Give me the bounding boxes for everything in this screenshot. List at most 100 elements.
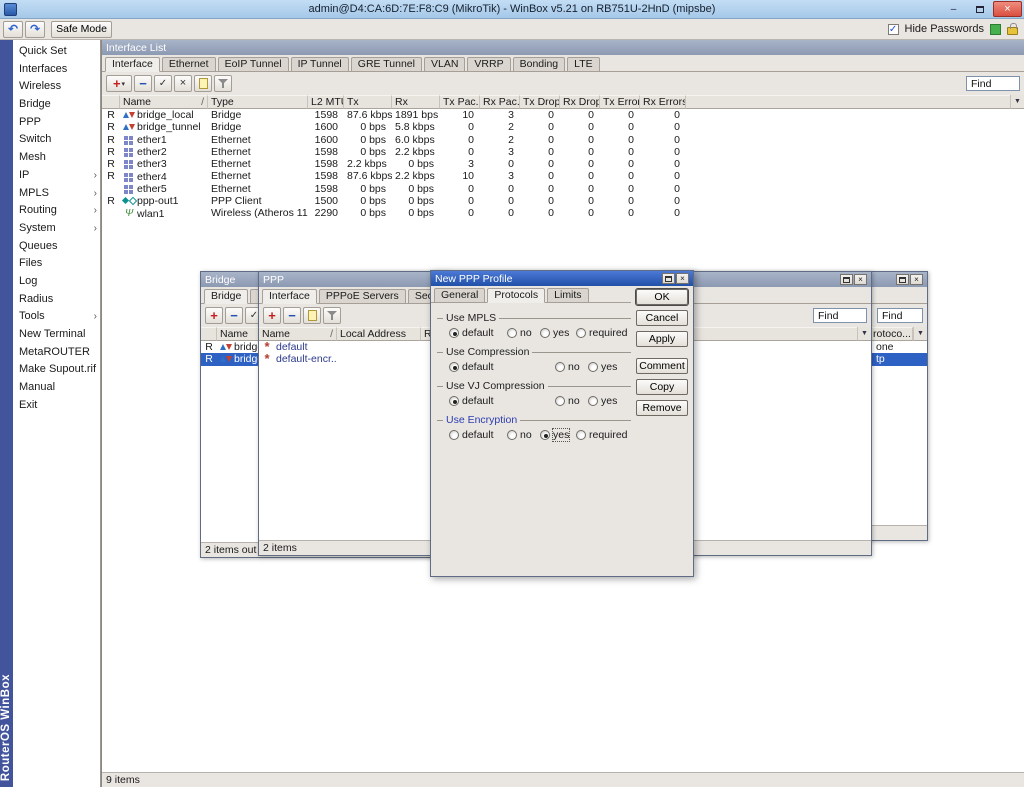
tab[interactable]: EoIP Tunnel: [218, 57, 289, 71]
radio-option[interactable]: default: [449, 429, 507, 441]
rx-packet-column-header[interactable]: Rx Pac...: [480, 95, 520, 109]
tab[interactable]: Protocols: [487, 288, 545, 303]
radio-option[interactable]: yes: [588, 361, 617, 373]
close-button[interactable]: ×: [910, 274, 923, 285]
interface-row[interactable]: R bridge_local Bridge 1598 87.6 kbps 189…: [102, 109, 1024, 121]
sidebar-item[interactable]: Mesh ›: [13, 149, 100, 167]
rx-column-header[interactable]: Rx: [392, 95, 440, 109]
sidebar-item[interactable]: IP ›: [13, 167, 100, 185]
dialog-button[interactable]: Comment: [636, 358, 688, 374]
close-button[interactable]: ×: [854, 274, 867, 285]
sidebar-item[interactable]: New Terminal ›: [13, 326, 100, 344]
sidebar-item[interactable]: Quick Set ›: [13, 43, 100, 61]
radio-option[interactable]: no: [507, 429, 540, 441]
rx-drops-column-header[interactable]: Rx Drops: [560, 95, 600, 109]
interface-row[interactable]: R ether3 Ethernet 1598 2.2 kbps 0 bps 3 …: [102, 158, 1024, 170]
sidebar-item[interactable]: Bridge ›: [13, 96, 100, 114]
column-chooser-button[interactable]: ▼: [857, 327, 871, 341]
dialog-button[interactable]: OK: [636, 289, 688, 305]
remove-button[interactable]: −: [225, 307, 243, 324]
find-box[interactable]: Find: [877, 308, 923, 323]
disable-button[interactable]: ×: [174, 75, 192, 92]
flag-column-header[interactable]: [201, 327, 217, 341]
type-column-header[interactable]: Type: [208, 95, 308, 109]
interface-row[interactable]: R ether2 Ethernet 1598 0 bps 2.2 kbps 0 …: [102, 146, 1024, 158]
dialog-button[interactable]: Apply: [636, 331, 688, 347]
find-box[interactable]: Find: [966, 76, 1020, 91]
radio-option[interactable]: default: [449, 361, 555, 373]
add-button[interactable]: +: [205, 307, 223, 324]
remove-button[interactable]: −: [134, 75, 152, 92]
interface-row[interactable]: wlan1 Wireless (Atheros 11N) 2290 0 bps …: [102, 207, 1024, 219]
sidebar-item[interactable]: Queues ›: [13, 238, 100, 256]
filter-button[interactable]: [323, 307, 341, 324]
tab[interactable]: PPPoE Servers: [319, 289, 406, 303]
add-button[interactable]: +: [263, 307, 281, 324]
filter-button[interactable]: [214, 75, 232, 92]
radio-option[interactable]: no: [555, 395, 588, 407]
sidebar-item[interactable]: Radius ›: [13, 291, 100, 309]
radio-option[interactable]: required: [576, 327, 628, 339]
sidebar-item[interactable]: Interfaces ›: [13, 61, 100, 79]
sidebar-item[interactable]: MPLS ›: [13, 185, 100, 203]
interface-row[interactable]: ether5 Ethernet 1598 0 bps 0 bps 0 0 0 0…: [102, 183, 1024, 195]
radio-option[interactable]: default: [449, 395, 555, 407]
tab[interactable]: Limits: [547, 288, 588, 302]
rollup-button[interactable]: [896, 274, 909, 285]
interface-row[interactable]: R bridge_tunnel Bridge 1600 0 bps 5.8 kb…: [102, 121, 1024, 133]
dialog-button[interactable]: Copy: [636, 379, 688, 395]
rx-errors-column-header[interactable]: Rx Errors: [640, 95, 686, 109]
sidebar-item[interactable]: PPP ›: [13, 114, 100, 132]
name-column-header[interactable]: Name/: [120, 95, 208, 109]
sidebar-item[interactable]: MetaROUTER ›: [13, 344, 100, 362]
tab[interactable]: VLAN: [424, 57, 465, 71]
safe-mode-button[interactable]: Safe Mode: [51, 21, 112, 38]
name-column-header[interactable]: Name/: [259, 327, 337, 341]
add-button[interactable]: +▾: [106, 75, 132, 92]
sidebar-item[interactable]: System ›: [13, 220, 100, 238]
radio-option[interactable]: yes: [540, 327, 576, 339]
column-chooser-button[interactable]: ▼: [913, 327, 927, 341]
tab[interactable]: LTE: [567, 57, 599, 71]
tab[interactable]: GRE Tunnel: [351, 57, 422, 71]
hide-passwords-checkbox[interactable]: ✓: [888, 24, 899, 35]
radio-option[interactable]: required: [576, 429, 628, 441]
tab[interactable]: Bonding: [513, 57, 566, 71]
tx-packet-column-header[interactable]: Tx Pac...: [440, 95, 480, 109]
interface-row[interactable]: R ether4 Ethernet 1598 87.6 kbps 2.2 kbp…: [102, 170, 1024, 182]
find-box[interactable]: Find: [813, 308, 867, 323]
radio-option[interactable]: default: [449, 327, 507, 339]
dialog-button[interactable]: Remove: [636, 400, 688, 416]
enable-button[interactable]: ✓: [154, 75, 172, 92]
close-button[interactable]: ×: [993, 1, 1022, 17]
protocol-column-header[interactable]: rotoco...: [865, 327, 913, 341]
sidebar-item[interactable]: Switch ›: [13, 131, 100, 149]
tab[interactable]: Interface: [262, 289, 317, 304]
tab[interactable]: Ethernet: [162, 57, 216, 71]
maximize-button[interactable]: [967, 1, 992, 17]
radio-option[interactable]: no: [507, 327, 540, 339]
l2mtu-column-header[interactable]: L2 MTU: [308, 95, 344, 109]
tab[interactable]: Bridge: [204, 289, 248, 304]
tx-errors-column-header[interactable]: Tx Errors: [600, 95, 640, 109]
remove-button[interactable]: −: [283, 307, 301, 324]
sidebar-item[interactable]: Manual ›: [13, 379, 100, 397]
rollup-button[interactable]: [840, 274, 853, 285]
tx-column-header[interactable]: Tx: [344, 95, 392, 109]
tx-drops-column-header[interactable]: Tx Drops: [520, 95, 560, 109]
rollup-button[interactable]: [662, 273, 675, 284]
comment-button[interactable]: [303, 307, 321, 324]
interface-row[interactable]: R ppp-out1 PPP Client 1500 0 bps 0 bps 0…: [102, 195, 1024, 207]
tab[interactable]: IP Tunnel: [291, 57, 349, 71]
dialog-titlebar[interactable]: New PPP Profile ×: [431, 271, 693, 286]
radio-option[interactable]: yes: [588, 395, 617, 407]
flag-column-header[interactable]: [102, 95, 120, 109]
sidebar-item[interactable]: Tools ›: [13, 308, 100, 326]
interface-list-titlebar[interactable]: Interface List: [102, 40, 1024, 55]
close-button[interactable]: ×: [676, 273, 689, 284]
sidebar-item[interactable]: Log ›: [13, 273, 100, 291]
comment-button[interactable]: [194, 75, 212, 92]
column-chooser-button[interactable]: ▼: [1010, 95, 1024, 109]
tab[interactable]: VRRP: [467, 57, 510, 71]
sidebar-item[interactable]: Files ›: [13, 255, 100, 273]
